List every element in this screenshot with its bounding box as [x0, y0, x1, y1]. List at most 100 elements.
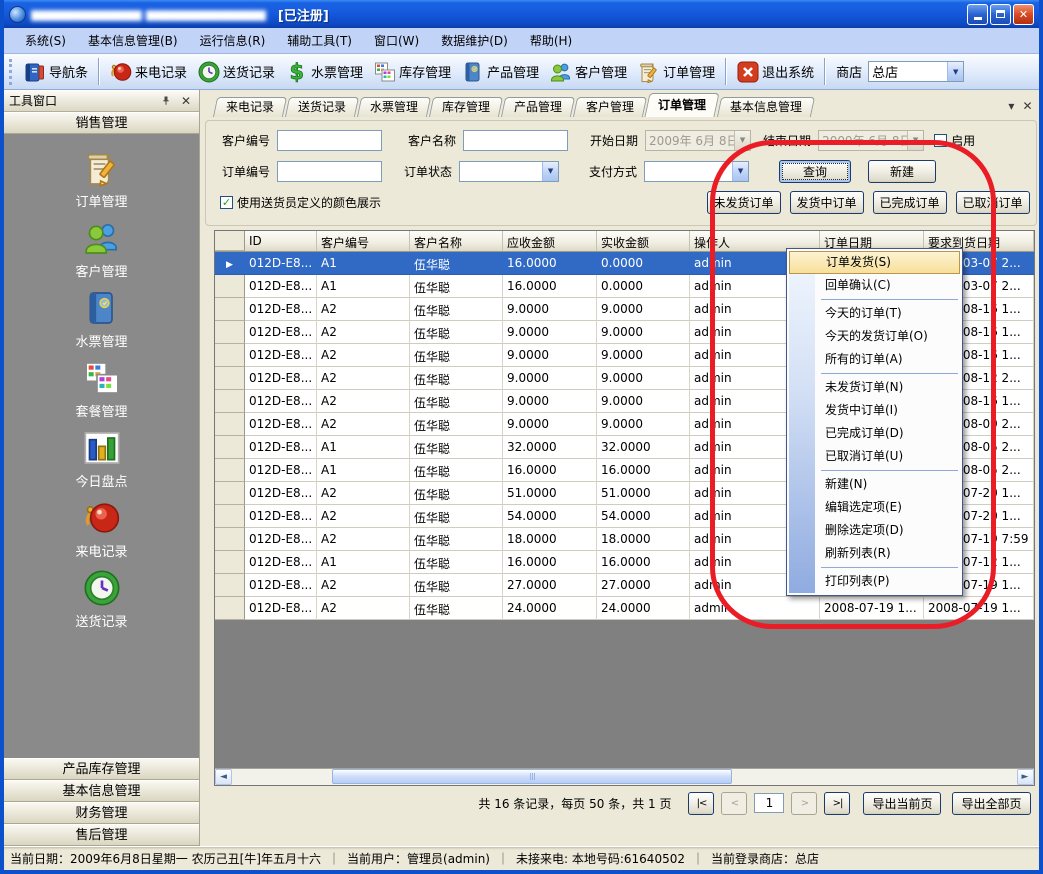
last-page-button[interactable]: >| — [824, 792, 850, 815]
minimize-button[interactable] — [967, 4, 988, 25]
grid-column-header[interactable]: 客户编号 — [317, 231, 410, 251]
export-all-pages-button[interactable]: 导出全部页 — [952, 792, 1030, 815]
context-menu-item[interactable]: 刷新列表(R) — [789, 542, 960, 565]
end-date-picker[interactable]: 2009年 6月 8日 ▼ — [818, 130, 924, 151]
order-status-filter-button[interactable]: 已完成订单 — [873, 191, 947, 214]
next-page-button[interactable]: > — [791, 792, 817, 815]
customer-name-input[interactable] — [463, 130, 568, 151]
menubar-item[interactable]: 运行信息(R) — [189, 28, 277, 53]
toolbar-button[interactable]: 送货记录 — [192, 57, 280, 87]
chevron-down-icon[interactable]: ▼ — [542, 162, 558, 181]
sidebar-item[interactable]: 今日盘点 — [4, 424, 199, 494]
scrollbar-track[interactable] — [232, 769, 1017, 785]
sidebar-item[interactable]: 来电记录 — [4, 494, 199, 564]
tab-active[interactable]: 订单管理 — [645, 93, 720, 117]
context-menu-item[interactable]: 未发货订单(N) — [789, 376, 960, 399]
tab-close-icon[interactable]: ✕ — [1022, 99, 1032, 113]
row-selector-cell[interactable] — [215, 413, 245, 436]
chevron-down-icon[interactable]: ▼ — [907, 131, 923, 150]
chevron-down-icon[interactable]: ▼ — [947, 62, 963, 81]
grid-column-header[interactable]: 实收金额 — [597, 231, 690, 251]
scroll-right-icon[interactable]: ► — [1017, 769, 1034, 785]
toolbar-button[interactable]: $水票管理 — [280, 57, 368, 87]
row-selector-cell[interactable] — [215, 436, 245, 459]
sidebar-group[interactable]: 财务管理 — [4, 802, 199, 824]
sidebar-group-sales[interactable]: 销售管理 — [4, 112, 199, 134]
row-selector-cell[interactable] — [215, 459, 245, 482]
row-selector-cell[interactable] — [215, 344, 245, 367]
color-display-checkbox[interactable]: ✓ — [220, 196, 233, 209]
row-selector-cell[interactable] — [215, 505, 245, 528]
order-status-filter-button[interactable]: 发货中订单 — [790, 191, 864, 214]
context-menu-item[interactable]: 已完成订单(D) — [789, 422, 960, 445]
chevron-down-icon[interactable]: ▼ — [732, 162, 748, 181]
order-status-filter-button[interactable]: 已取消订单 — [956, 191, 1030, 214]
menubar-item[interactable]: 窗口(W) — [363, 28, 430, 53]
context-menu-item[interactable]: 今天的发货订单(O) — [789, 325, 960, 348]
row-selector-cell[interactable] — [215, 597, 245, 620]
row-selector-cell[interactable] — [215, 321, 245, 344]
shop-combobox[interactable]: 总店 ▼ — [868, 61, 964, 82]
context-menu-item[interactable]: 订单发货(S) — [789, 251, 960, 274]
chevron-down-icon[interactable]: ▼ — [734, 131, 750, 150]
row-selector-cell[interactable]: ▶ — [215, 252, 245, 275]
row-selector-cell[interactable] — [215, 574, 245, 597]
grid-column-header[interactable]: 应收金额 — [503, 231, 597, 251]
tab-item[interactable]: 基本信息管理 — [717, 97, 815, 117]
sidebar-group[interactable]: 基本信息管理 — [4, 780, 199, 802]
toolbar-grip[interactable] — [9, 59, 14, 85]
pin-icon[interactable] — [158, 93, 174, 109]
menubar-item[interactable]: 数据维护(D) — [430, 28, 519, 53]
toolbar-button[interactable]: 订单管理 — [632, 57, 720, 87]
sidebar-item[interactable]: 水票管理 — [4, 284, 199, 354]
row-selector-cell[interactable] — [215, 367, 245, 390]
row-selector-cell[interactable] — [215, 528, 245, 551]
menubar-item[interactable]: 系统(S) — [14, 28, 77, 53]
context-menu-item[interactable]: 已取消订单(U) — [789, 445, 960, 468]
toolbar-button[interactable]: 退出系统 — [731, 57, 819, 87]
start-date-picker[interactable]: 2009年 6月 8日 ▼ — [645, 130, 751, 151]
scrollbar-thumb[interactable] — [332, 769, 732, 784]
context-menu-item[interactable]: 回单确认(C) — [789, 274, 960, 297]
query-button[interactable]: 查询 — [779, 160, 851, 183]
menubar-item[interactable]: 帮助(H) — [519, 28, 583, 53]
scroll-left-icon[interactable]: ◄ — [215, 769, 232, 785]
row-selector-cell[interactable] — [215, 298, 245, 321]
toolbar-button[interactable]: 库存管理 — [368, 57, 456, 87]
row-selector-cell[interactable] — [215, 551, 245, 574]
row-selector-cell[interactable] — [215, 275, 245, 298]
context-menu-item[interactable]: 删除选定项(D) — [789, 519, 960, 542]
tab-item[interactable]: 客户管理 — [573, 97, 647, 117]
context-menu-item[interactable]: 编辑选定项(E) — [789, 496, 960, 519]
context-menu-item[interactable]: 新建(N) — [789, 473, 960, 496]
sidebar-item[interactable]: 订单管理 — [4, 144, 199, 214]
context-menu-item[interactable]: 今天的订单(T) — [789, 302, 960, 325]
enable-date-checkbox[interactable] — [934, 134, 947, 147]
sidebar-item[interactable]: 套餐管理 — [4, 354, 199, 424]
table-row[interactable]: 012D-E8...A2伍华聪24.000024.0000admin2008-0… — [215, 597, 1034, 620]
tab-item[interactable]: 产品管理 — [501, 97, 575, 117]
tab-item[interactable]: 送货记录 — [285, 97, 359, 117]
toolbar-button[interactable]: 客户管理 — [544, 57, 632, 87]
pay-method-combobox[interactable]: ▼ — [644, 161, 749, 182]
sidebar-item[interactable]: 送货记录 — [4, 564, 199, 634]
tab-item[interactable]: 来电记录 — [213, 97, 287, 117]
toolbar-button[interactable]: 导航条 — [18, 57, 93, 87]
menubar-item[interactable]: 辅助工具(T) — [276, 28, 363, 53]
grid-column-header[interactable]: ID — [245, 231, 317, 251]
row-selector-cell[interactable] — [215, 390, 245, 413]
sidebar-group[interactable]: 产品库存管理 — [4, 758, 199, 780]
first-page-button[interactable]: |< — [688, 792, 714, 815]
tab-item[interactable]: 水票管理 — [357, 97, 431, 117]
grid-column-header[interactable]: 客户名称 — [410, 231, 503, 251]
sidebar-group[interactable]: 售后管理 — [4, 824, 199, 846]
prev-page-button[interactable]: < — [721, 792, 747, 815]
row-selector-cell[interactable] — [215, 482, 245, 505]
sidebar-item[interactable]: 客户管理 — [4, 214, 199, 284]
customer-no-input[interactable] — [277, 130, 382, 151]
toolbar-button[interactable]: 产品管理 — [456, 57, 544, 87]
toolbar-button[interactable]: 来电记录 — [104, 57, 192, 87]
export-current-page-button[interactable]: 导出当前页 — [863, 792, 941, 815]
maximize-button[interactable] — [990, 4, 1011, 25]
order-status-combobox[interactable]: ▼ — [459, 161, 559, 182]
